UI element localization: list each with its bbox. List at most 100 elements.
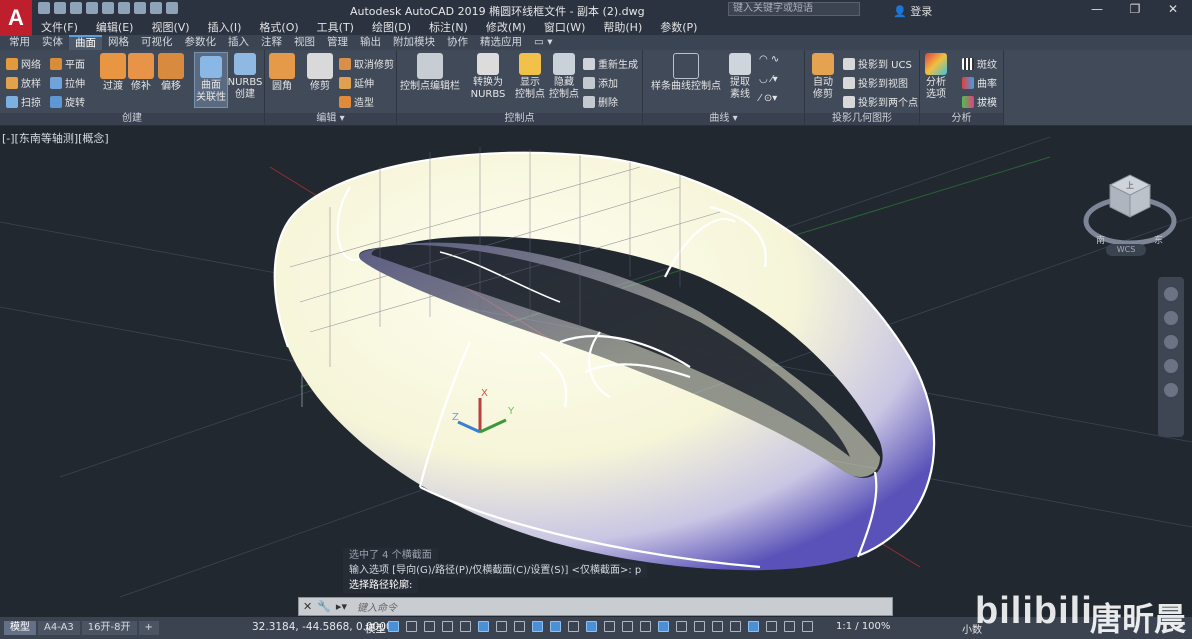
trim-button[interactable]: 修剪	[297, 50, 343, 93]
command-input[interactable]: 键入命令	[351, 599, 397, 614]
layout-tab-a4-a3[interactable]: A4-A3	[38, 621, 80, 635]
curvature-button[interactable]: 曲率	[962, 75, 997, 90]
drawing-viewport[interactable]: Z Y X [-][东南等轴测][概念] 上 南 东 WCS	[0, 127, 1192, 617]
curve-tool-1-icon[interactable]: ◠ ∿	[759, 54, 779, 65]
draft-button[interactable]: 拔模	[962, 94, 997, 109]
3d-object-snap-icon[interactable]	[604, 621, 615, 632]
web-open-icon[interactable]	[102, 2, 114, 14]
tab-solid[interactable]: 实体	[36, 35, 69, 50]
print-icon[interactable]	[134, 2, 146, 14]
autocad-logo-icon[interactable]: A	[0, 0, 32, 36]
curve-tool-3-icon[interactable]: ⁄ ⊙▾	[759, 93, 777, 104]
redo-icon[interactable]	[166, 2, 178, 14]
tab-manage[interactable]: 管理	[321, 35, 354, 50]
2d-object-snap-icon[interactable]	[532, 621, 543, 632]
panel-edit-title[interactable]: 编辑 ▾	[265, 113, 396, 125]
menu-draw[interactable]: 绘图(D)	[363, 19, 420, 35]
selection-cycling-icon[interactable]	[586, 621, 597, 632]
planar-button[interactable]: 平面	[50, 56, 85, 71]
tab-output[interactable]: 输出	[354, 35, 387, 50]
sculpt-button[interactable]: 造型	[339, 94, 374, 109]
auto-scale-icon[interactable]	[694, 621, 705, 632]
undo-icon[interactable]	[150, 2, 162, 14]
menu-file[interactable]: 文件(F)	[32, 19, 87, 35]
curve-tool-2-icon[interactable]: ◡ ⁄▾	[759, 74, 778, 85]
tab-parametric[interactable]: 参数化	[179, 35, 223, 50]
showmotion-icon[interactable]	[1164, 383, 1178, 397]
open-file-icon[interactable]	[54, 2, 66, 14]
panel-control-points-title[interactable]: 控制点	[397, 113, 642, 125]
menu-help[interactable]: 帮助(H)	[594, 19, 651, 35]
menu-parametric[interactable]: 参数(P)	[651, 19, 706, 35]
units-icon[interactable]	[766, 621, 777, 632]
panel-analysis-title[interactable]: 分析	[920, 113, 1003, 125]
viewcube-top-face[interactable]: 上	[1126, 181, 1134, 190]
tab-visualize[interactable]: 可视化	[135, 35, 179, 50]
transparency-icon[interactable]	[568, 621, 579, 632]
tab-surface[interactable]: 曲面	[69, 35, 102, 50]
menu-tools[interactable]: 工具(T)	[308, 19, 363, 35]
workspace-icon[interactable]	[712, 621, 723, 632]
add-layout-button[interactable]: +	[138, 621, 159, 635]
menu-modify[interactable]: 修改(M)	[477, 19, 535, 35]
zoom-icon[interactable]	[1164, 335, 1178, 349]
untrim-button[interactable]: 取消修剪	[339, 56, 394, 71]
tab-insert[interactable]: 插入	[222, 35, 255, 50]
isodraft-icon[interactable]	[496, 621, 507, 632]
new-file-icon[interactable]	[38, 2, 50, 14]
rebuild-button[interactable]: 重新生成	[583, 56, 638, 71]
extend-button[interactable]: 延伸	[339, 75, 374, 90]
steering-wheel-icon[interactable]	[1164, 287, 1178, 301]
quick-properties-icon[interactable]	[784, 621, 795, 632]
menu-dimension[interactable]: 标注(N)	[420, 19, 477, 35]
tab-annotate[interactable]: 注释	[255, 35, 288, 50]
extrude-button[interactable]: 拉伸	[50, 75, 85, 90]
ucs-icon-toggle[interactable]	[748, 621, 759, 632]
cv-edit-bar-button[interactable]: 控制点编辑栏	[399, 50, 461, 93]
menu-insert[interactable]: 插入(I)	[199, 19, 251, 35]
viewport-controls-label[interactable]: [-][东南等轴测][概念]	[2, 130, 109, 146]
wrench-icon[interactable]: 🔧	[317, 600, 331, 613]
menu-window[interactable]: 窗口(W)	[535, 19, 594, 35]
web-save-icon[interactable]	[118, 2, 130, 14]
panel-create-title[interactable]: 创建	[0, 113, 264, 125]
annotation-monitor-icon[interactable]	[730, 621, 741, 632]
model-space-toggle[interactable]: 模型	[365, 621, 386, 636]
sweep-button[interactable]: 扫掠	[6, 94, 41, 109]
layout-tab-16k-8k[interactable]: 16开-8开	[81, 621, 137, 635]
lineweight-icon[interactable]	[550, 621, 561, 632]
login-button[interactable]: 👤 登录	[893, 3, 932, 19]
tab-addins[interactable]: 附加模块	[387, 35, 441, 50]
spline-cv-button[interactable]: 样条曲线控制点	[647, 50, 725, 93]
snap-toggle-icon[interactable]	[406, 621, 417, 632]
tab-mesh[interactable]: 网格	[102, 35, 135, 50]
pan-icon[interactable]	[1164, 311, 1178, 325]
surface-associativity-button[interactable]: 曲面 关联性	[194, 52, 228, 108]
panel-project-geometry-title[interactable]: 投影几何图形	[805, 113, 919, 125]
convert-to-nurbs-button[interactable]: 转换为 NURBS	[465, 50, 511, 101]
zebra-button[interactable]: 斑纹	[962, 56, 997, 71]
project-ucs-button[interactable]: 投影到 UCS	[843, 56, 912, 71]
restore-button[interactable]: ❐	[1116, 0, 1154, 18]
hide-cv-button[interactable]: 隐藏 控制点	[544, 50, 584, 101]
save-as-icon[interactable]	[86, 2, 98, 14]
project-two-points-button[interactable]: 投影到两个点	[843, 94, 918, 109]
tab-collaborate[interactable]: 协作	[441, 35, 474, 50]
annotation-visibility-icon[interactable]	[676, 621, 687, 632]
menu-edit[interactable]: 编辑(E)	[87, 19, 143, 35]
dynamic-ucs-icon[interactable]	[622, 621, 633, 632]
command-prompt-icon[interactable]: ▸▾	[336, 600, 347, 613]
panel-curves-title[interactable]: 曲线 ▾	[643, 113, 804, 125]
extract-isolines-button[interactable]: 提取 素线	[723, 50, 757, 101]
offset-button[interactable]: 偏移	[148, 50, 194, 93]
close-icon[interactable]: ✕	[303, 600, 312, 613]
tab-featured-apps[interactable]: 精选应用	[474, 35, 528, 50]
gizmo-icon[interactable]	[658, 621, 669, 632]
network-button[interactable]: 网络	[6, 56, 41, 71]
tab-view[interactable]: 视图	[288, 35, 321, 50]
close-button[interactable]: ✕	[1154, 0, 1192, 18]
orbit-icon[interactable]	[1164, 359, 1178, 373]
revolve-button[interactable]: 旋转	[50, 94, 85, 109]
dynamic-input-icon[interactable]	[442, 621, 453, 632]
ribbon-options-icon[interactable]: ▭ ▾	[528, 35, 559, 50]
